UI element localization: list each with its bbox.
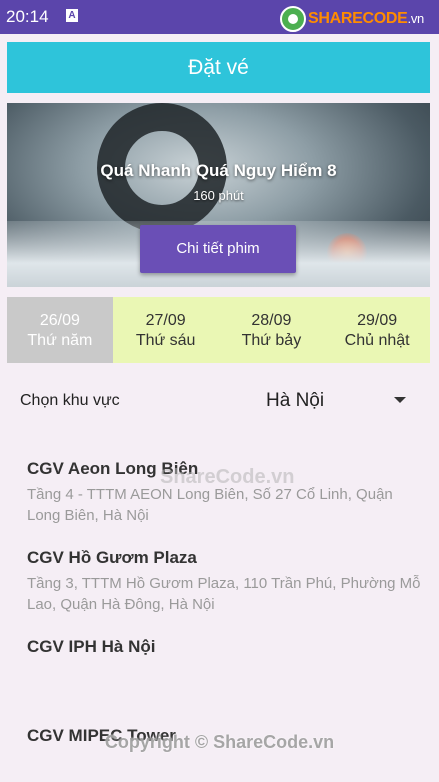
status-time: 20:14 bbox=[6, 7, 49, 26]
date-tab[interactable]: 29/09 Chủ nhật bbox=[324, 297, 430, 363]
date-tab-weekday: Thứ bảy bbox=[241, 332, 302, 349]
date-tab-weekday: Thứ sáu bbox=[135, 332, 196, 349]
movie-duration: 160 phút bbox=[193, 188, 244, 203]
movie-banner: Quá Nhanh Quá Nguy Hiểm 8 160 phút Chi t… bbox=[7, 103, 430, 287]
status-bar: 20:14 A SHARECODE.vn bbox=[0, 0, 439, 34]
dropdown-caret-icon[interactable] bbox=[394, 397, 406, 403]
movie-title: Quá Nhanh Quá Nguy Hiểm 8 bbox=[100, 161, 337, 180]
cinema-address: Tầng 4 - TTTM AEON Long Biên, Số 27 Cổ L… bbox=[27, 486, 393, 524]
date-tab-weekday: Thứ năm bbox=[27, 332, 93, 349]
region-selector[interactable]: Chọn khu vực Hà Nội bbox=[7, 383, 430, 419]
watermark-copyright: Copyright © ShareCode.vn bbox=[104, 732, 335, 752]
date-tab-date: 29/09 bbox=[357, 312, 398, 329]
region-dropdown-value[interactable]: Hà Nội bbox=[266, 390, 324, 412]
date-tab[interactable]: 26/09 Thứ năm bbox=[7, 297, 113, 363]
date-tab[interactable]: 27/09 Thứ sáu bbox=[112, 297, 219, 363]
movie-details-button[interactable]: Chi tiết phim bbox=[140, 225, 296, 273]
watermark-center: ShareCode.vn bbox=[160, 466, 295, 488]
date-tab[interactable]: 28/09 Thứ bảy bbox=[218, 297, 325, 363]
date-tab-date: 28/09 bbox=[251, 312, 292, 329]
cinema-name: CGV IPH Hà Nội bbox=[27, 637, 156, 656]
cinema-item[interactable]: CGV IPH Hà Nội bbox=[27, 636, 427, 725]
date-selector: 26/09 Thứ năm 27/09 Thứ sáu 28/09 Thứ bả… bbox=[7, 297, 430, 363]
cinema-item[interactable]: CGV Hồ Gươm Plaza Tầng 3, TTTM Hồ Gươm P… bbox=[27, 547, 427, 636]
date-tab-date: 26/09 bbox=[39, 312, 80, 329]
cinema-address: Tầng 3, TTTM Hồ Gươm Plaza, 110 Trần Phú… bbox=[27, 575, 421, 613]
notification-icon: A bbox=[66, 9, 78, 22]
app-bar-title: Đặt vé bbox=[7, 42, 430, 93]
sharecode-logo: SHARECODE.vn bbox=[280, 6, 432, 32]
region-label: Chọn khu vực bbox=[20, 392, 120, 409]
date-tab-weekday: Chủ nhật bbox=[344, 332, 410, 349]
logo-mark-icon bbox=[280, 6, 306, 32]
logo-text: SHARECODE.vn bbox=[308, 10, 424, 27]
cinema-name: CGV Hồ Gươm Plaza bbox=[27, 548, 197, 567]
date-tab-date: 27/09 bbox=[145, 312, 186, 329]
